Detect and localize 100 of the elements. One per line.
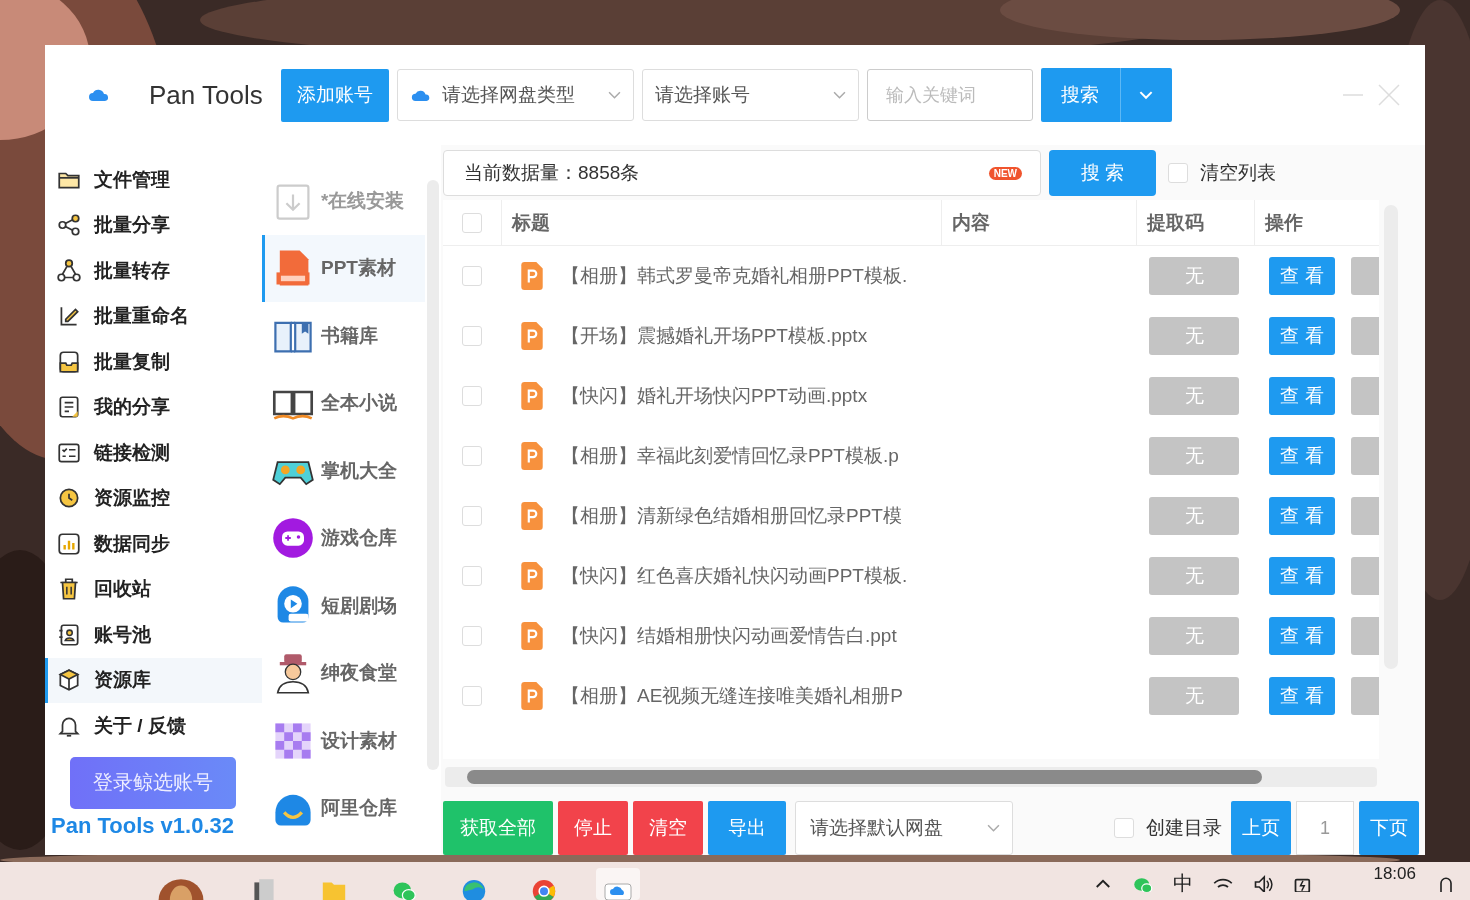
view-button[interactable]: 查 看 <box>1269 437 1335 475</box>
sidebar-item[interactable]: 资源监控 <box>45 475 262 521</box>
sidebar-item[interactable]: 回收站 <box>45 566 262 612</box>
category-item[interactable]: 绅夜食堂 <box>262 639 425 707</box>
checkbox[interactable] <box>462 566 482 586</box>
category-item[interactable]: PPT素材 <box>262 234 425 302</box>
new-badge: NEW <box>988 166 1022 180</box>
code-tag: 无 <box>1149 317 1239 355</box>
checkbox[interactable] <box>1114 818 1134 838</box>
code-tag: 无 <box>1149 557 1239 595</box>
search-button[interactable]: 搜索 <box>1040 68 1121 122</box>
action-button[interactable]: 导出 <box>708 801 786 855</box>
checkbox[interactable] <box>462 446 482 466</box>
presentation-file-icon <box>519 381 545 411</box>
sidebar-item[interactable]: 批量转存 <box>45 248 262 294</box>
table-cell-text: 【快闪】婚礼开场快闪PPT动画.pptx <box>561 384 868 408</box>
action-button[interactable] <box>1351 377 1379 415</box>
presentation-file-icon <box>519 321 545 351</box>
cloud-icon <box>87 87 111 103</box>
app-title: Pan Tools <box>149 79 263 111</box>
code-tag: 无 <box>1149 437 1239 475</box>
checkbox[interactable] <box>462 326 482 346</box>
dropdown-button[interactable] <box>1120 68 1172 122</box>
search-button[interactable]: 搜 索 <box>1049 150 1156 196</box>
category-item[interactable]: 全本小说 <box>262 369 425 437</box>
category-item[interactable]: 游戏仓库 <box>262 504 425 572</box>
table-cell-text: 【相册】韩式罗曼帝克婚礼相册PPT模板. <box>561 264 908 288</box>
action-button[interactable] <box>1351 617 1379 655</box>
sidebar-item[interactable]: 批量分享 <box>45 202 262 248</box>
sidebar-item[interactable]: 关于 / 反馈 <box>45 703 262 749</box>
presentation-file-icon <box>519 261 545 291</box>
column-header: 操作 <box>1254 200 1379 245</box>
category-item[interactable]: 设计素材 <box>262 707 425 775</box>
action-button[interactable] <box>1351 317 1379 355</box>
action-button[interactable] <box>1351 257 1379 295</box>
code-tag: 无 <box>1149 677 1239 715</box>
scrollbar-track[interactable] <box>445 767 1377 787</box>
next-page-button[interactable]: 下页 <box>1359 801 1419 855</box>
checkbox[interactable] <box>462 506 482 526</box>
checkbox[interactable] <box>462 266 482 286</box>
view-button[interactable]: 查 看 <box>1269 317 1335 355</box>
action-button[interactable] <box>1351 497 1379 535</box>
view-button[interactable]: 查 看 <box>1269 617 1335 655</box>
document-icon <box>56 394 82 421</box>
add-account-button[interactable]: 添加账号 <box>280 68 389 122</box>
sidebar-item[interactable]: 数据同步 <box>45 521 262 567</box>
sidebar-item[interactable]: 我的分享 <box>45 384 262 430</box>
scrollbar-thumb[interactable] <box>467 770 1262 784</box>
account-select[interactable]: 请选择账号 <box>641 69 859 121</box>
version-label: Pan Tools v1.0.32 <box>51 812 235 839</box>
checkbox[interactable] <box>462 626 482 646</box>
chevron-down-icon <box>607 90 621 100</box>
code-tag: 无 <box>1149 377 1239 415</box>
action-button[interactable]: 清空 <box>633 801 703 855</box>
inbox-icon <box>56 348 82 375</box>
checkbox[interactable] <box>462 386 482 406</box>
sidebar-item[interactable]: 链接检测 <box>45 430 262 476</box>
view-button[interactable]: 查 看 <box>1269 497 1335 535</box>
close-icon[interactable] <box>1378 84 1400 106</box>
keyword-input[interactable]: 输入关键词 <box>866 69 1033 121</box>
presentation-file-icon <box>519 621 545 651</box>
previous-page-button[interactable]: 上页 <box>1231 801 1291 855</box>
code-tag: 无 <box>1149 617 1239 655</box>
category-item[interactable]: 掌机大全 <box>262 437 425 505</box>
presentation-file-icon <box>519 441 545 471</box>
checkbox[interactable] <box>462 212 482 233</box>
action-button[interactable]: 停止 <box>558 801 628 855</box>
column-header: 提取码 <box>1136 200 1254 245</box>
view-button[interactable]: 查 看 <box>1269 677 1335 715</box>
category-item[interactable]: 阿里仓库 <box>262 774 425 842</box>
checkbox[interactable] <box>1168 163 1188 183</box>
table-cell-text: 【开场】震撼婚礼开场PPT模板.pptx <box>561 324 868 348</box>
data-count-field: 当前数据量：8858条 NEW <box>443 150 1041 196</box>
view-button[interactable]: 查 看 <box>1269 377 1335 415</box>
disk-type-select[interactable]: 请选择网盘类型 <box>396 69 634 121</box>
category-item[interactable]: 书籍库 <box>262 302 425 370</box>
language-indicator[interactable]: 中 <box>1173 870 1194 897</box>
clock-time[interactable]: 18:06 <box>1373 864 1416 884</box>
app-button[interactable] <box>596 868 640 900</box>
checkbox[interactable] <box>462 686 482 706</box>
code-tag: 无 <box>1149 497 1239 535</box>
default-disk-select[interactable]: 请选择默认网盘 <box>795 801 1013 855</box>
table-cell-text: 【快闪】红色喜庆婚礼快闪动画PPT模板. <box>561 564 908 588</box>
contact-icon <box>56 621 82 648</box>
sidebar-item[interactable]: 文件管理 <box>45 157 262 203</box>
table-cell-text: 【快闪】结婚相册快闪动画爱情告白.ppt <box>561 624 897 648</box>
view-button[interactable]: 查 看 <box>1269 557 1335 595</box>
sidebar-item[interactable]: 账号池 <box>45 612 262 658</box>
chevron-down-icon <box>1139 90 1154 100</box>
action-button[interactable] <box>1351 677 1379 715</box>
sidebar-item[interactable]: 批量重命名 <box>45 293 262 339</box>
sidebar-item[interactable]: 批量复制 <box>45 339 262 385</box>
login-button[interactable]: 登录鲸选账号 <box>70 756 236 809</box>
nodes-icon <box>56 257 82 284</box>
presentation-file-icon <box>519 681 545 711</box>
action-button[interactable] <box>1351 437 1379 475</box>
action-button[interactable] <box>1351 557 1379 595</box>
view-button[interactable]: 查 看 <box>1269 257 1335 295</box>
category-item[interactable]: 短剧剧场 <box>262 572 425 640</box>
sidebar-item[interactable]: 资源库 <box>45 657 262 703</box>
